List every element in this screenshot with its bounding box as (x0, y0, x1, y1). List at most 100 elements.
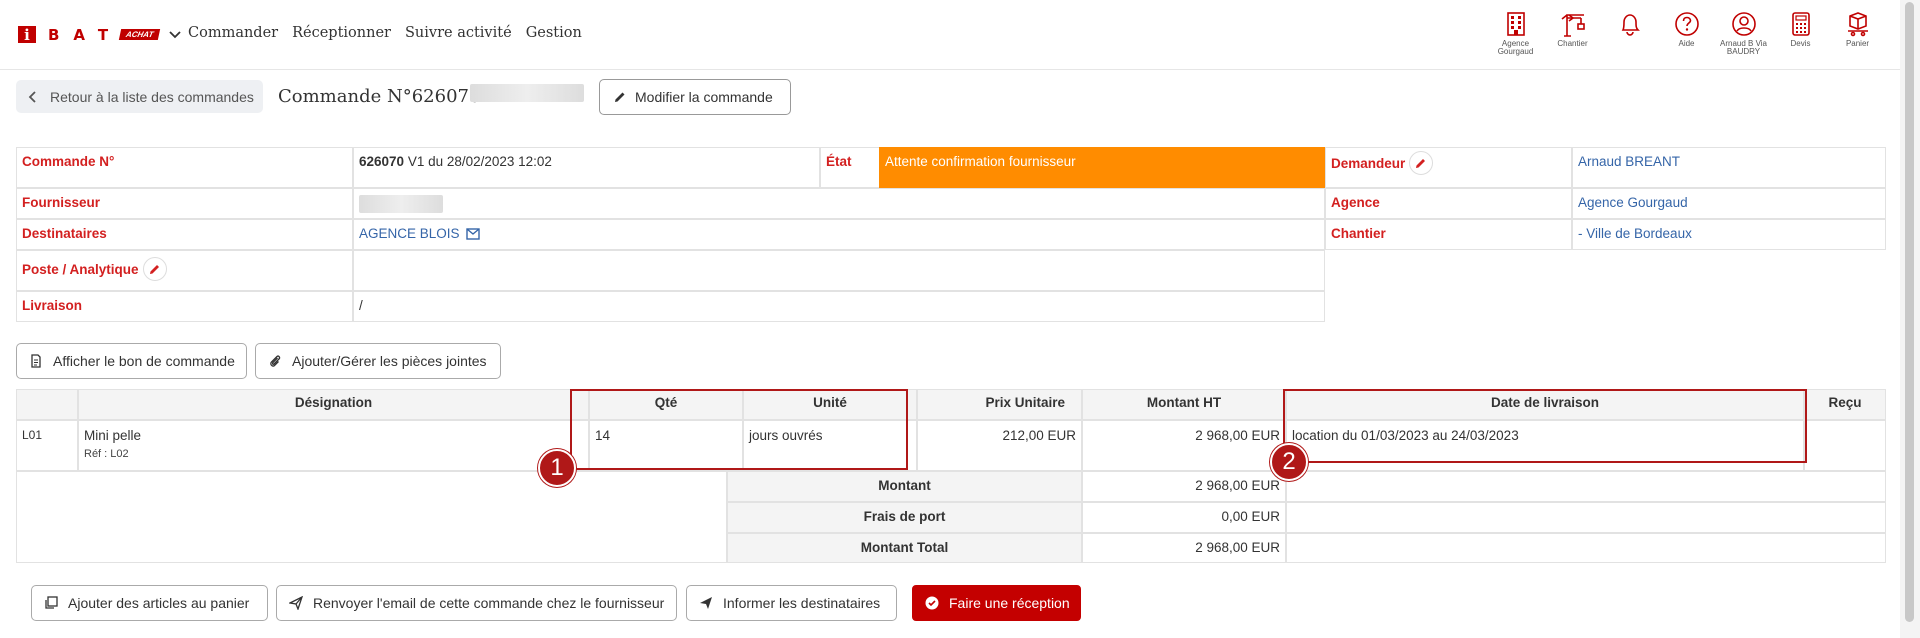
col-header-designation: Désignation (78, 389, 589, 420)
requester-label: Demandeur (1325, 147, 1572, 188)
copy-icon (45, 596, 58, 609)
grand-total-label: Montant Total (727, 533, 1082, 563)
nav-panier-label: Panier (1845, 39, 1870, 48)
nav-agence-label: Agence Gourgaud (1497, 39, 1534, 56)
nav-user[interactable]: Arnaud B Via BAUDRY (1715, 10, 1772, 56)
col-header-unit-price: Prix Unitaire (917, 389, 1082, 420)
post-analytic-label-text: Poste / Analytique (22, 262, 139, 278)
nav-chantier-label: Chantier (1557, 39, 1588, 48)
grand-total-empty (1286, 533, 1886, 563)
send-icon (289, 596, 303, 610)
delivery-value: / (353, 291, 1325, 322)
inform-recipients-button[interactable]: Informer les destinataires (686, 585, 897, 621)
nav-chantier[interactable]: Chantier (1544, 10, 1601, 56)
status-badge: Attente confirmation fournisseur (879, 147, 1325, 188)
item-reference: Réf : L02 (84, 448, 129, 460)
back-to-orders-button[interactable]: Retour à la liste des commandes (16, 80, 263, 113)
logo-mark: i (18, 26, 36, 44)
show-purchase-order-label: Afficher le bon de commande (53, 353, 235, 369)
cart-icon (1847, 12, 1868, 37)
add-to-cart-button[interactable]: Ajouter des articles au panier (31, 585, 268, 621)
order-version-date: V1 du 28/02/2023 12:02 (404, 154, 552, 169)
edit-order-label: Modifier la commande (635, 89, 773, 105)
nav-panier[interactable]: Panier (1829, 10, 1886, 56)
site-value[interactable]: - Ville de Bordeaux (1572, 219, 1886, 250)
nav-aide[interactable]: Aide (1658, 10, 1715, 56)
pencil-icon (149, 265, 159, 274)
total-amount-value: 2 968,00 EUR (1082, 471, 1286, 502)
annotation-box-1 (570, 389, 908, 470)
menu-suivre-activite[interactable]: Suivre activité (405, 25, 512, 41)
agency-value[interactable]: Agence Gourgaud (1572, 188, 1886, 219)
order-info-grid: Commande N° 626070 V1 du 28/02/2023 12:0… (16, 147, 1886, 323)
back-to-orders-label: Retour à la liste des commandes (50, 88, 254, 105)
paperclip-icon (270, 355, 281, 367)
col-header-received: Reçu (1804, 389, 1886, 420)
scrollbar-thumb[interactable] (1905, 2, 1914, 622)
nav-aide-label: Aide (1678, 39, 1695, 48)
row-designation: Mini pelle Réf : L02 (78, 420, 589, 471)
edit-requester-button[interactable] (1409, 151, 1434, 175)
nav-notifications[interactable] (1601, 10, 1658, 56)
page-title: Commande N°626070 - (278, 86, 493, 107)
recipients-name[interactable]: AGENCE BLOIS (359, 226, 460, 241)
chevron-down-icon[interactable] (168, 28, 182, 42)
nav-devis-label: Devis (1790, 39, 1811, 48)
col-header-line (16, 389, 78, 420)
edit-order-button[interactable]: Modifier la commande (599, 79, 791, 115)
agency-label: Agence (1325, 188, 1572, 219)
delivery-label: Livraison (16, 291, 353, 322)
calculator-icon (1791, 12, 1810, 36)
menu-gestion[interactable]: Gestion (526, 25, 582, 41)
manage-attachments-button[interactable]: Ajouter/Gérer les pièces jointes (255, 343, 501, 379)
total-amount-empty (1286, 471, 1886, 502)
pencil-icon (1416, 159, 1426, 168)
row-amount: 2 968,00 EUR (1082, 420, 1286, 471)
shipping-label: Frais de port (727, 502, 1082, 533)
row-line-id: L01 (16, 420, 78, 471)
requester-value[interactable]: Arnaud BREANT (1572, 147, 1886, 188)
inform-recipients-label: Informer les destinataires (723, 595, 881, 611)
resend-email-button[interactable]: Renvoyer l'email de cette commande chez … (276, 585, 677, 621)
show-purchase-order-button[interactable]: Afficher le bon de commande (16, 343, 247, 379)
app-logo[interactable]: i BAT ACHAT (18, 26, 182, 44)
menu-commander[interactable]: Commander (188, 25, 278, 41)
make-reception-button[interactable]: Faire une réception (912, 585, 1081, 621)
pencil-icon (615, 92, 625, 102)
recipients-label: Destinataires (16, 219, 353, 250)
nav-user-label: Arnaud B Via BAUDRY (1720, 39, 1767, 56)
logo-badge: ACHAT (118, 29, 161, 40)
manage-attachments-label: Ajouter/Gérer les pièces jointes (292, 353, 487, 369)
redacted-supplier-name (470, 84, 584, 102)
order-no-label: Commande N° (16, 147, 353, 188)
document-icon (31, 354, 41, 368)
col-header-amount: Montant HT (1082, 389, 1286, 420)
order-no-number: 626070 (359, 154, 405, 169)
requester-label-text: Demandeur (1331, 156, 1406, 172)
shipping-empty (1286, 502, 1886, 533)
annotation-number-2: 2 (1270, 443, 1308, 481)
annotation-number-1: 1 (538, 449, 576, 487)
resend-email-label: Renvoyer l'email de cette commande chez … (313, 595, 665, 611)
chevron-left-icon (28, 90, 36, 103)
nav-devis[interactable]: Devis (1772, 10, 1829, 56)
supplier-value (353, 188, 1325, 219)
nav-icons: Agence Gourgaud Chantier Aide Arnaud B V… (1487, 10, 1886, 56)
site-label: Chantier (1325, 219, 1572, 250)
user-icon (1731, 12, 1756, 36)
mail-icon[interactable] (465, 228, 480, 241)
post-analytic-value (353, 250, 1325, 291)
totals-spacer (16, 471, 727, 563)
annotation-box-2 (1283, 389, 1807, 463)
crane-icon (1561, 14, 1585, 37)
shipping-value: 0,00 EUR (1082, 502, 1286, 533)
nav-agence[interactable]: Agence Gourgaud (1487, 10, 1544, 56)
check-circle-icon (925, 596, 939, 610)
row-received (1804, 420, 1886, 471)
bell-icon (1621, 14, 1640, 36)
recipients-value[interactable]: AGENCE BLOIS (353, 219, 1325, 250)
grand-total-value: 2 968,00 EUR (1082, 533, 1286, 563)
menu-receptionner[interactable]: Réceptionner (292, 25, 391, 41)
vertical-scrollbar[interactable] (1900, 0, 1920, 638)
edit-post-analytic-button[interactable] (142, 257, 167, 281)
